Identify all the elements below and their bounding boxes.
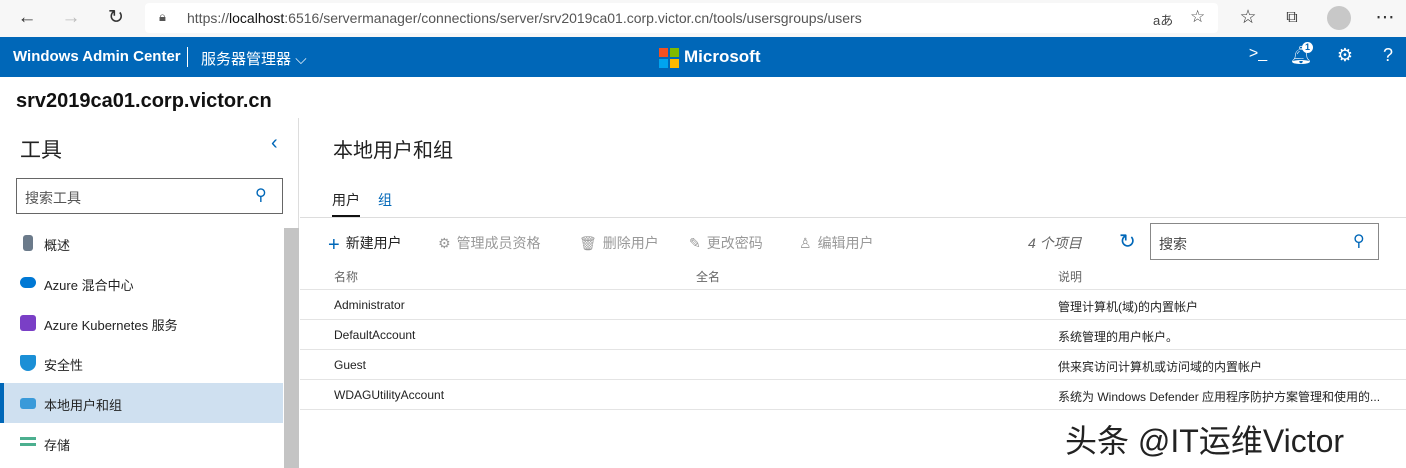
url-host: localhost — [229, 10, 285, 26]
server-name: srv2019ca01.corp.victor.cn — [16, 90, 272, 112]
settings-gear-icon[interactable]: ⚙ — [1333, 45, 1357, 66]
browser-toolbar: ← → ↻ 🔒︎ https://localhost:6516/serverma… — [0, 0, 1406, 37]
sidebar-item-label: Azure Kubernetes 服务 — [44, 318, 178, 333]
users-icon — [20, 398, 36, 409]
button-label: 更改密码 — [706, 235, 763, 251]
address-bar[interactable]: 🔒︎ https://localhost:6516/servermanager/… — [145, 3, 1218, 33]
context-switcher[interactable]: 服务器管理器 ⌵ — [201, 48, 307, 69]
tabs-divider — [300, 217, 1406, 218]
table-row[interactable]: DefaultAccount 系统管理的用户帐户。 — [300, 320, 1406, 350]
forward-button[interactable]: → — [58, 6, 84, 30]
powershell-icon[interactable]: >_ — [1246, 45, 1270, 63]
tab-groups[interactable]: 组 — [378, 190, 392, 210]
search-placeholder: 搜索 — [1159, 236, 1187, 252]
back-button[interactable]: ← — [14, 6, 40, 30]
context-label: 服务器管理器 — [201, 51, 292, 68]
change-password-button[interactable]: ✎ 更改密码 — [689, 233, 763, 253]
watermark: 头条 @IT运维Victor — [1065, 423, 1345, 459]
refresh-icon[interactable]: ↻ — [1119, 229, 1136, 254]
button-label: 删除用户 — [602, 235, 659, 251]
column-header-description[interactable]: 说明 — [1058, 268, 1082, 285]
sidebar-scrollbar[interactable] — [284, 228, 299, 468]
manage-membership-button[interactable]: ⚙ 管理成员资格 — [438, 233, 541, 253]
table-row[interactable]: WDAGUtilityAccount 系统为 Windows Defender 应… — [300, 380, 1406, 410]
read-aloud-icon[interactable]: aあ — [1153, 10, 1173, 29]
collapse-chevron-icon[interactable]: ‹ — [271, 132, 278, 155]
column-header-fullname[interactable]: 全名 — [696, 268, 720, 285]
table-row[interactable]: Guest 供来宾访问计算机或访问域的内置帐户 — [300, 350, 1406, 380]
cloud-icon — [20, 277, 36, 288]
cell-description: 系统为 Windows Defender 应用程序防护方案管理和使用的... — [1058, 390, 1381, 404]
chevron-down-icon: ⌵ — [295, 51, 307, 68]
server-icon — [23, 235, 33, 251]
table-row[interactable]: Administrator 管理计算机(域)的内置帐户 — [300, 290, 1406, 320]
gear-icon: ⚙ — [438, 235, 451, 251]
shield-icon — [20, 355, 36, 371]
edit-user-button[interactable]: ♙ 编辑用户 — [799, 233, 874, 253]
microsoft-logo-icon — [659, 48, 679, 68]
sidebar-item-label: 存储 — [44, 438, 71, 453]
item-count: 4 个项目 — [1028, 235, 1082, 251]
person-icon: ♙ — [799, 235, 812, 251]
search-icon[interactable]: ⚲ — [1353, 231, 1365, 251]
search-icon[interactable]: ⚲ — [255, 185, 267, 205]
brand-name: Microsoft — [684, 47, 761, 66]
button-label: 管理成员资格 — [456, 235, 541, 251]
sidebar-item-azure-hybrid[interactable]: Azure 混合中心 — [0, 263, 283, 303]
url-path: :6516/servermanager/connections/server/s… — [284, 10, 862, 26]
more-icon[interactable]: ⋯ — [1372, 6, 1398, 30]
users-search-input[interactable]: 搜索 ⚲ — [1150, 223, 1379, 260]
sidebar-item-azure-kubernetes[interactable]: Azure Kubernetes 服务 — [0, 303, 283, 343]
help-icon[interactable]: ? — [1376, 45, 1400, 66]
column-header-name[interactable]: 名称 — [334, 268, 358, 285]
collections-icon[interactable]: ⧉ — [1279, 6, 1305, 30]
app-header: Windows Admin Center 服务器管理器 ⌵ Microsoft … — [0, 37, 1406, 77]
tab-users[interactable]: 用户 — [332, 190, 360, 218]
cell-name: DefaultAccount — [334, 328, 416, 342]
kubernetes-icon — [20, 315, 36, 331]
button-label: 新建用户 — [345, 235, 402, 251]
sidebar-item-security[interactable]: 安全性 — [0, 343, 283, 383]
sidebar-item-local-users-groups[interactable]: 本地用户和组 — [0, 383, 283, 423]
cell-description: 供来宾访问计算机或访问域的内置帐户 — [1058, 360, 1263, 374]
cell-name: Guest — [334, 358, 367, 372]
profile-avatar[interactable] — [1327, 6, 1351, 30]
delete-user-button[interactable]: 🗑︎ 删除用户 — [579, 233, 659, 253]
sidebar-item-label: Azure 混合中心 — [44, 278, 134, 293]
button-label: 编辑用户 — [817, 235, 874, 251]
new-user-button[interactable]: + 新建用户 — [328, 233, 402, 257]
page-title: 本地用户和组 — [333, 140, 453, 162]
divider — [187, 47, 188, 67]
cell-name: WDAGUtilityAccount — [334, 388, 445, 402]
storage-icon — [20, 437, 36, 449]
sidebar-title: 工具 — [20, 139, 62, 162]
cell-description: 管理计算机(域)的内置帐户 — [1058, 300, 1198, 314]
pencil-icon: ✎ — [689, 235, 701, 251]
notification-badge: 1 — [1302, 42, 1313, 53]
plus-icon: + — [328, 234, 340, 256]
app-title[interactable]: Windows Admin Center — [13, 48, 181, 65]
refresh-button[interactable]: ↻ — [103, 6, 129, 30]
cell-description: 系统管理的用户帐户。 — [1058, 330, 1179, 344]
search-placeholder: 搜索工具 — [25, 190, 81, 206]
sidebar-item-label: 安全性 — [44, 358, 84, 373]
add-favorite-icon[interactable]: ☆ — [1190, 7, 1205, 27]
tools-search-input[interactable]: 搜索工具 ⚲ — [16, 178, 283, 214]
tools-sidebar: 工具 ‹ 搜索工具 ⚲ 概述 Azure 混合中心 Azure Kubernet… — [0, 118, 299, 468]
sidebar-item-overview[interactable]: 概述 — [0, 223, 283, 263]
table-header: 名称 全名 说明 — [300, 260, 1406, 290]
favorites-icon[interactable]: ☆ — [1235, 6, 1261, 30]
sidebar-item-storage[interactable]: 存储 — [0, 423, 283, 463]
cell-name: Administrator — [334, 298, 405, 312]
url-prefix: https:// — [187, 10, 230, 26]
sidebar-item-label: 本地用户和组 — [44, 398, 123, 413]
lock-icon: 🔒︎ — [159, 9, 166, 24]
trash-icon: 🗑︎ — [579, 235, 597, 251]
sidebar-item-label: 概述 — [44, 238, 71, 253]
